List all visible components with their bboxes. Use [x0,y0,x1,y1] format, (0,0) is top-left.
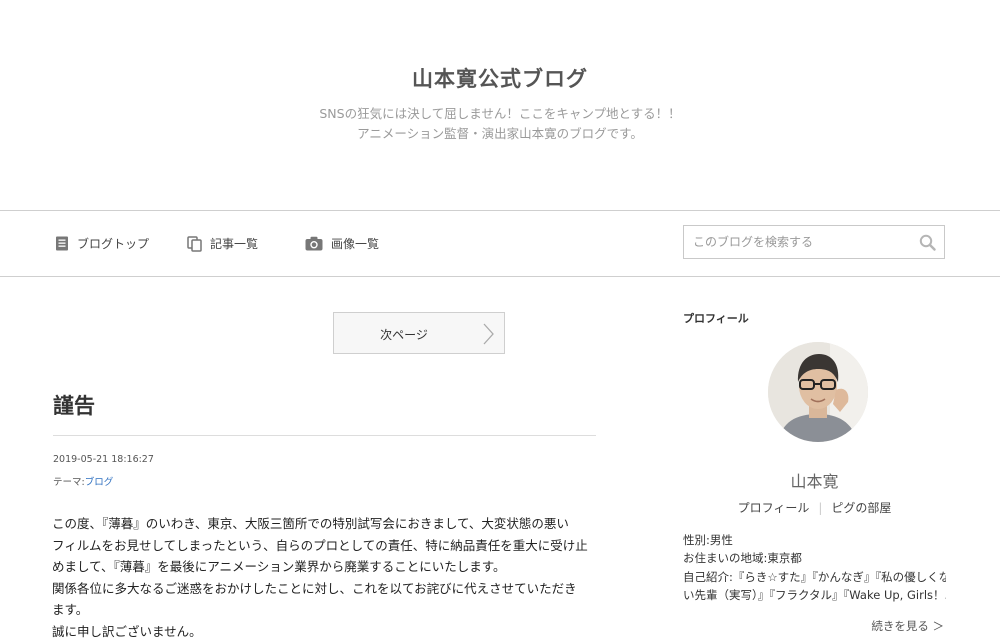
camera-icon [305,236,323,251]
search-input[interactable] [684,226,913,258]
nav-item-label: ブログトップ [77,237,150,251]
entry-theme-prefix: テーマ: [53,477,85,488]
entry-body-line: めまして、『薄暮』を最後にアニメーション業界から廃業することにいたします。 [52,559,506,575]
blog-title[interactable]: 山本寛公式ブログ [0,0,1000,93]
profile-info-line: い先輩（実写）』『フラクタル』『Wake Up, Girls！... [683,587,946,602]
profile-link[interactable]: プロフィール [738,501,810,515]
copy-pages-icon [187,235,202,252]
profile-info-line: 自己紹介:『らき☆すた』『かんなぎ』『私の優しくな [683,569,946,584]
blog-description-line: SNSの狂気には決して屈しません！ここをキャンプ地とする！！ [319,106,681,121]
read-more-link[interactable]: 続きを見る ＞ [871,618,944,634]
pig-room-link[interactable]: ピグの部屋 [831,501,891,515]
entry-date: 2019-05-21 18:16:27 [53,454,154,465]
entry-body-line: この度、『薄暮』のいわき、東京、大阪三箇所での特別試写会におきまして、大変状態の… [52,516,569,531]
profile-name[interactable]: 山本寛 [683,468,946,492]
nav-item-blog-top[interactable]: ブログトップ [55,235,149,252]
link-separator: | [818,501,823,515]
chevron-right-icon [483,323,494,345]
blog-header: 山本寛公式ブログ SNSの狂気には決して屈しません！ここをキャンプ地とする！！ … [0,0,1000,211]
entry-body-line: フィルムをお見せしてしまったという、自らのプロとしての責任、特に納品責任を重大に… [52,537,588,553]
profile-info: 性別:男性 お住まいの地域:東京都 自己紹介:『らき☆すた』『かんなぎ』『私の優… [683,531,946,604]
next-page-label: 次ページ [380,328,428,342]
nav-item-label: 画像一覧 [331,237,380,251]
search-icon[interactable] [919,234,936,255]
entry-body-line: 誠に申し訳ございません。 [52,623,202,639]
profile-info-line: 性別:男性 [683,533,733,547]
profile-links: プロフィール | ピグの部屋 [683,499,946,516]
profile-heading: プロフィール [683,312,749,325]
entry-title[interactable]: 謹告 [53,390,95,420]
nav-item-images[interactable]: 画像一覧 [305,235,379,252]
nav-item-label: 記事一覧 [210,237,259,251]
blog-search [683,225,945,259]
next-page-button[interactable]: 次ページ [333,312,505,354]
entry-theme: テーマ:ブログ [53,474,113,488]
entry-theme-link[interactable]: ブログ [85,477,114,488]
global-nav: ブログトップ 記事一覧 画像一覧 [0,211,1000,277]
profile-info-line: お住まいの地域:東京都 [683,551,802,566]
entry-body: この度、『薄暮』のいわき、東京、大阪三箇所での特別試写会におきまして、大変状態の… [52,513,600,643]
nav-item-articles[interactable]: 記事一覧 [187,235,258,252]
blog-description: SNSの狂気には決して屈しません！ここをキャンプ地とする！！ アニメーション監督… [0,104,1000,144]
entry-body-line: 関係各位に多大なるご迷惑をおかけしたことに対し、これを以てお詫びに代えさせていた… [52,580,577,596]
avatar[interactable] [768,342,868,442]
document-list-icon [56,236,68,251]
divider [53,435,596,436]
blog-description-line: アニメーション監督・演出家山本寛のブログです。 [357,126,643,141]
entry-body-line: ます。 [52,602,89,618]
